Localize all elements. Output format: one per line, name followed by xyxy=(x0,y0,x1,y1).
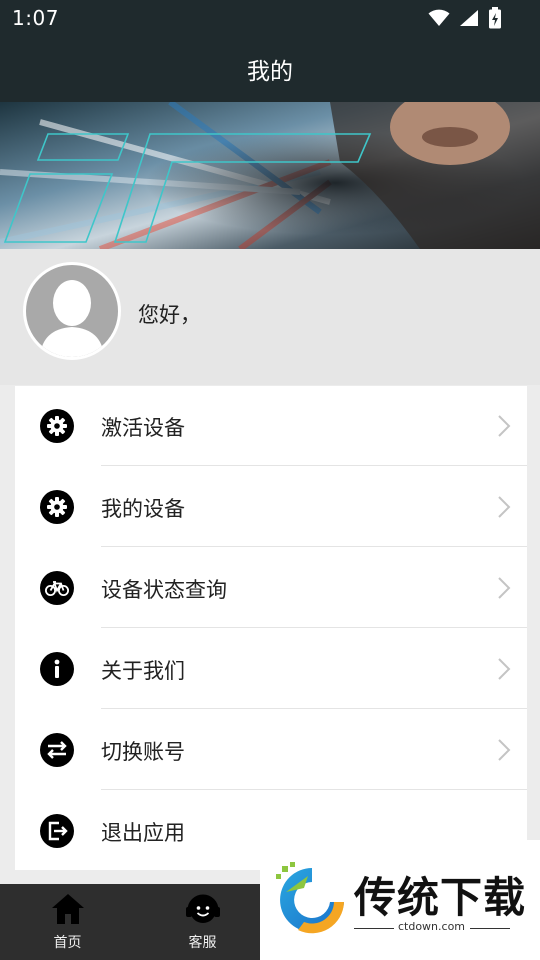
watermark-url: ctdown.com xyxy=(397,920,466,933)
app-header: 我的 xyxy=(0,36,540,102)
divider xyxy=(101,546,527,547)
headset-icon xyxy=(185,894,220,923)
greeting-text: 您好， xyxy=(138,303,201,327)
menu-item-switch-account[interactable]: 切换账号 xyxy=(15,710,527,790)
nav-label: 客服 xyxy=(188,935,217,951)
watermark-logo: 传统下载 ctdown.com xyxy=(260,840,540,960)
divider xyxy=(101,465,527,466)
info-icon xyxy=(40,652,74,686)
status-time: 1:07 xyxy=(12,6,59,30)
home-icon xyxy=(51,894,84,924)
menu-item-device-status[interactable]: 设备状态查询 xyxy=(15,548,527,628)
chevron-right-icon xyxy=(498,415,511,437)
menu-item-label: 关于我们 xyxy=(101,659,185,683)
menu-item-about-us[interactable]: 关于我们 xyxy=(15,629,527,709)
divider xyxy=(470,928,510,929)
menu-item-label: 设备状态查询 xyxy=(101,578,227,602)
chevron-right-icon xyxy=(498,577,511,599)
menu-list: 激活设备 我的设备 设备状态查询 关于我们 切换账号 退出应用 xyxy=(15,386,527,870)
nav-label: 首页 xyxy=(53,935,82,951)
bicycle-icon xyxy=(40,571,74,605)
menu-item-label: 我的设备 xyxy=(101,497,185,521)
status-bar: 1:07 xyxy=(0,0,540,36)
menu-item-activate-device[interactable]: 激活设备 xyxy=(15,386,527,466)
cellular-icon xyxy=(460,10,478,26)
divider xyxy=(101,789,527,790)
gear-icon xyxy=(40,409,74,443)
divider xyxy=(101,708,527,709)
profile-section: 您好， xyxy=(0,249,540,385)
gear-icon xyxy=(40,490,74,524)
menu-item-my-devices[interactable]: 我的设备 xyxy=(15,467,527,547)
menu-item-label: 切换账号 xyxy=(101,740,185,764)
menu-item-label: 激活设备 xyxy=(101,416,185,440)
chevron-right-icon xyxy=(498,658,511,680)
logout-icon xyxy=(40,814,74,848)
divider xyxy=(101,627,527,628)
page-title: 我的 xyxy=(247,59,293,85)
nav-item-home[interactable]: 首页 xyxy=(0,884,135,960)
avatar[interactable] xyxy=(23,262,121,360)
watermark-text: 传统下载 xyxy=(354,873,527,922)
wifi-icon xyxy=(428,9,450,26)
swap-icon xyxy=(40,733,74,767)
battery-icon xyxy=(489,7,501,29)
menu-item-label: 退出应用 xyxy=(101,821,185,845)
watermark-emblem xyxy=(276,862,344,934)
chevron-right-icon xyxy=(498,496,511,518)
chevron-right-icon xyxy=(498,739,511,761)
banner-image xyxy=(0,102,540,249)
nav-item-customer-service[interactable]: 客服 xyxy=(135,884,270,960)
status-icons xyxy=(428,7,502,29)
